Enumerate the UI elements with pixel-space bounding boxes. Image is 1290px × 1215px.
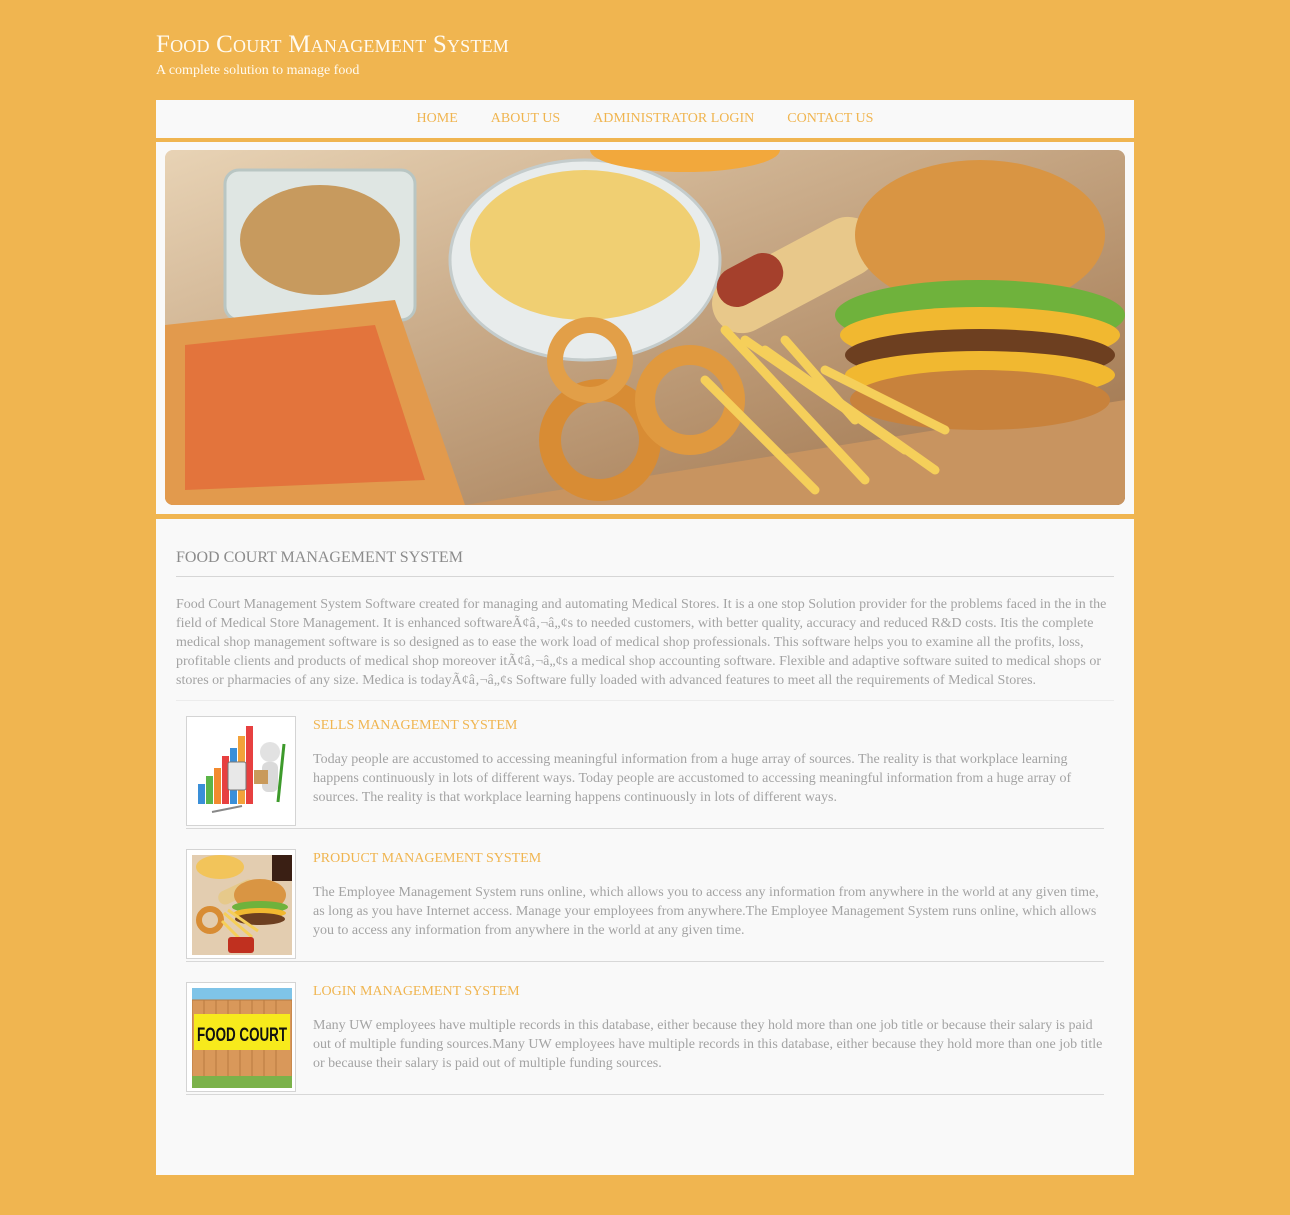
peanuts — [240, 185, 400, 295]
food-court-sign-icon: FOOD COURT — [192, 988, 292, 1088]
fast-food-plate-icon — [192, 855, 292, 955]
sign-text: FOOD COURT — [197, 1025, 287, 1046]
main-nav: HOME ABOUT US ADMINISTRATOR LOGIN CONTAC… — [156, 100, 1134, 140]
feature-description: The Employee Management System runs onli… — [313, 885, 1099, 938]
intro-paragraph: Food Court Management System Software cr… — [176, 595, 1114, 701]
nav-about-us-link[interactable]: ABOUT US — [491, 100, 560, 138]
nav-home-link[interactable]: HOME — [417, 100, 458, 138]
main-content: FOOD COURT MANAGEMENT SYSTEM Food Court … — [156, 519, 1134, 1175]
feature-title[interactable]: LOGIN MANAGEMENT SYSTEM — [313, 983, 520, 1001]
feature-item-sells: SELLS MANAGEMENT SYSTEM Today people are… — [186, 706, 1104, 829]
fast-food-illustration — [165, 150, 1125, 505]
nav-contact-us-link[interactable]: CONTACT US — [787, 100, 873, 138]
main-heading: FOOD COURT MANAGEMENT SYSTEM — [176, 548, 1114, 577]
chips — [470, 170, 700, 320]
feature-thumbnail — [186, 716, 296, 826]
site-title: Food Court Management System — [156, 31, 509, 58]
feature-thumbnail: FOOD COURT — [186, 982, 296, 1092]
feature-item-product: PRODUCT MANAGEMENT SYSTEM The Employee M… — [186, 839, 1104, 962]
banner-image — [165, 150, 1125, 505]
feature-title[interactable]: SELLS MANAGEMENT SYSTEM — [313, 717, 517, 735]
feature-thumbnail — [186, 849, 296, 959]
feature-title[interactable]: PRODUCT MANAGEMENT SYSTEM — [313, 850, 541, 868]
feature-item-login: FOOD COURT LOGIN MANAGEMENT SYSTEM Many … — [186, 972, 1104, 1095]
banner-section — [156, 142, 1134, 514]
site-tagline: A complete solution to manage food — [156, 63, 360, 78]
feature-description: Today people are accustomed to accessing… — [313, 752, 1072, 805]
feature-description: Many UW employees have multiple records … — [313, 1018, 1103, 1071]
sales-chart-icon — [192, 722, 292, 822]
nav-administrator-login-link[interactable]: ADMINISTRATOR LOGIN — [593, 100, 754, 138]
